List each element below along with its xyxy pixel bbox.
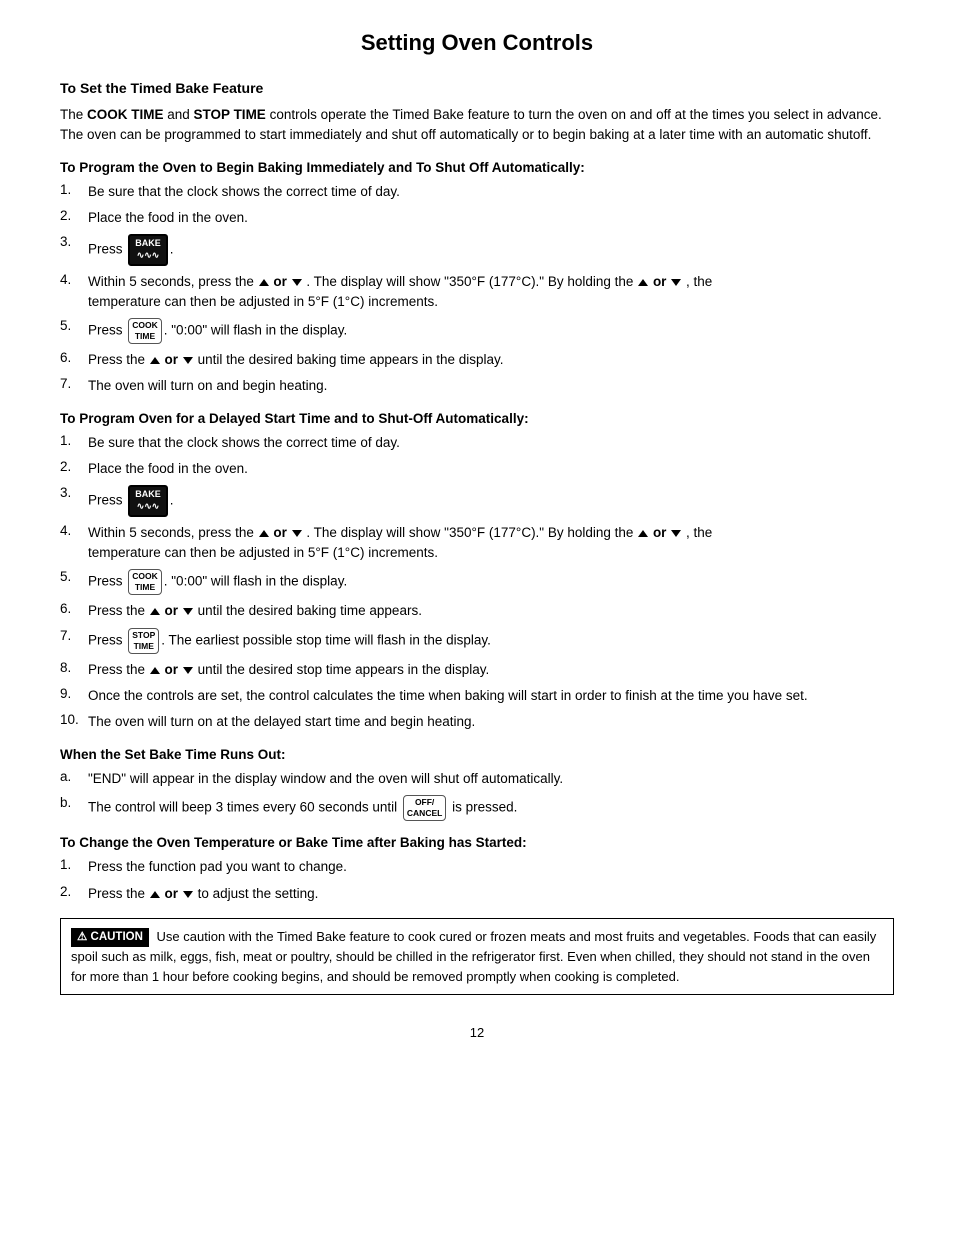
step4-1: 1. Press the function pad you want to ch… [60,857,894,877]
caution-text: Use caution with the Timed Bake feature … [71,929,876,984]
section3-block: When the Set Bake Time Runs Out: a. "END… [60,745,894,822]
step2-10: 10. The oven will turn on at the delayed… [60,712,894,732]
section2-title: To Program Oven for a Delayed Start Time… [60,409,894,429]
arrow-up-icon2 [638,279,648,286]
arrow-down-icon6 [183,608,193,615]
arrow-up-icon3 [150,357,160,364]
arrow-down-icon2 [671,279,681,286]
step2-5: 5. Press COOKTIME. "0:00" will flash in … [60,569,894,595]
step1-5: 5. Press COOKTIME. "0:00" will flash in … [60,318,894,344]
off-cancel-button-icon: OFF/CANCEL [403,795,446,821]
arrow-down-icon8 [183,891,193,898]
intro-paragraph: The COOK TIME and STOP TIME controls ope… [60,105,894,146]
arrow-down-icon [292,279,302,286]
section3-title: When the Set Bake Time Runs Out: [60,745,894,765]
step1-3: 3. Press BAKE∿∿∿. [60,234,894,265]
arrow-up-icon6 [150,608,160,615]
step1-2: 2. Place the food in the oven. [60,208,894,228]
step1-4: 4. Within 5 seconds, press the or . The … [60,272,894,313]
main-section: To Set the Timed Bake Feature The COOK T… [60,78,894,146]
step1-7: 7. The oven will turn on and begin heati… [60,376,894,396]
caution-box: CAUTION Use caution with the Timed Bake … [60,918,894,995]
step1-6: 6. Press the or until the desired baking… [60,350,894,370]
section4-title: To Change the Oven Temperature or Bake T… [60,833,894,853]
caution-label: CAUTION [71,928,149,947]
step2-6: 6. Press the or until the desired baking… [60,601,894,621]
step1-1: 1. Be sure that the clock shows the corr… [60,182,894,202]
section4-block: To Change the Oven Temperature or Bake T… [60,833,894,904]
section1-title: To Program the Oven to Begin Baking Imme… [60,158,894,178]
step2-7: 7. Press STOPTIME. The earliest possible… [60,628,894,654]
arrow-up-icon4 [259,530,269,537]
bake-button-icon2: BAKE∿∿∿ [128,485,168,516]
arrow-down-icon5 [671,530,681,537]
cook-time-button-icon2: COOKTIME [128,569,162,595]
section3-item-a: a. "END" will appear in the display wind… [60,769,894,789]
section2-block: To Program Oven for a Delayed Start Time… [60,409,894,733]
step2-9: 9. Once the controls are set, the contro… [60,686,894,706]
arrow-up-icon5 [638,530,648,537]
arrow-down-icon3 [183,357,193,364]
step2-3: 3. Press BAKE∿∿∿. [60,485,894,516]
arrow-up-icon [259,279,269,286]
section1-block: To Program the Oven to Begin Baking Imme… [60,158,894,397]
step2-1: 1. Be sure that the clock shows the corr… [60,433,894,453]
page-number: 12 [60,1025,894,1040]
step2-2: 2. Place the food in the oven. [60,459,894,479]
main-section-title: To Set the Timed Bake Feature [60,78,894,99]
arrow-up-icon7 [150,667,160,674]
stop-time-button-icon: STOPTIME [128,628,159,654]
section3-item-b: b. The control will beep 3 times every 6… [60,795,894,821]
step4-2: 2. Press the or to adjust the setting. [60,884,894,904]
step2-4: 4. Within 5 seconds, press the or . The … [60,523,894,564]
bake-button-icon: BAKE∿∿∿ [128,234,168,265]
arrow-up-icon8 [150,891,160,898]
arrow-down-icon7 [183,667,193,674]
page-title: Setting Oven Controls [60,30,894,56]
arrow-down-icon4 [292,530,302,537]
step2-8: 8. Press the or until the desired stop t… [60,660,894,680]
cook-time-button-icon: COOKTIME [128,318,162,344]
